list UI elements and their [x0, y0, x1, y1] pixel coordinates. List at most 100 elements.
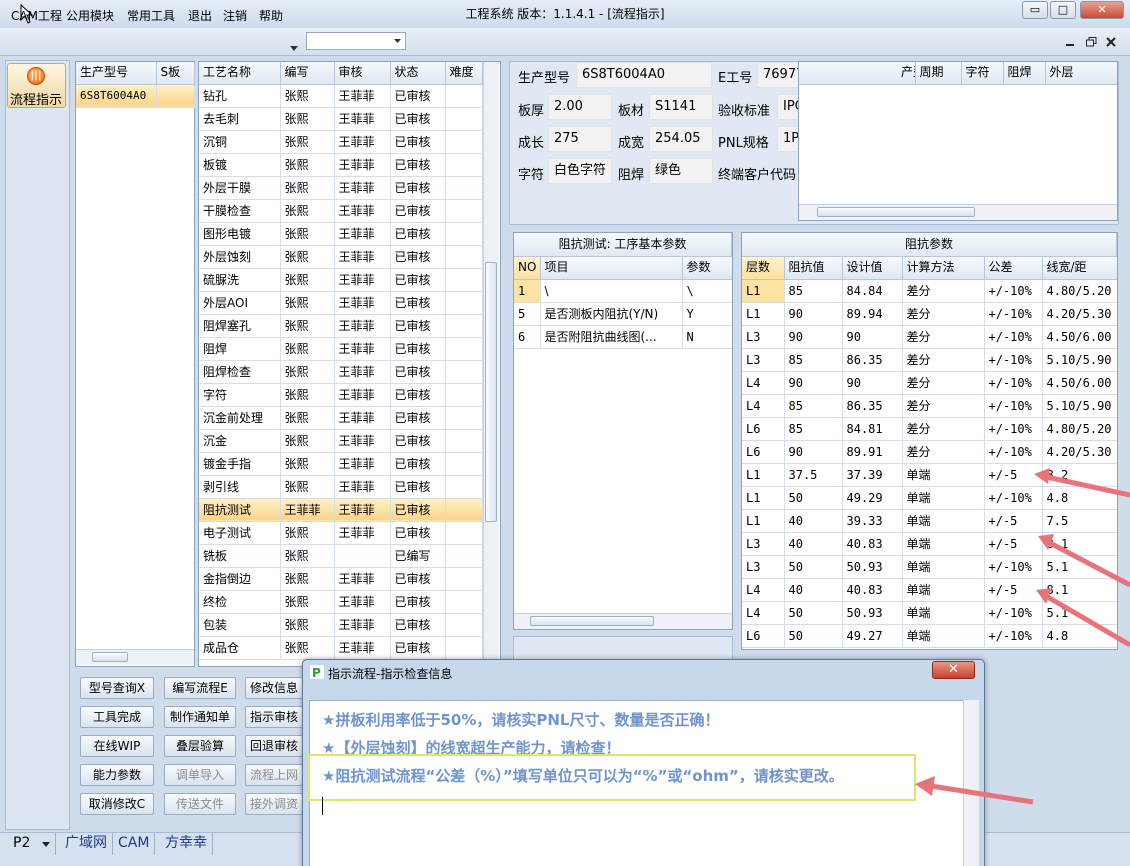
- field-thickness[interactable]: 2.00: [548, 94, 612, 120]
- field-standard[interactable]: IPC: [777, 94, 799, 120]
- action-button[interactable]: 流程上网: [245, 764, 303, 786]
- action-button[interactable]: 回退审核: [245, 735, 303, 757]
- action-button[interactable]: 编写流程E: [164, 677, 236, 699]
- col-param[interactable]: 参数: [682, 257, 732, 280]
- field-length[interactable]: 275: [548, 126, 612, 152]
- col-item[interactable]: 项目: [540, 257, 683, 280]
- col-design[interactable]: 设计值: [842, 257, 903, 280]
- impedance-row[interactable]: L3 85 86.35 差分 +/-10% 5.10/5.90: [742, 348, 1117, 372]
- process-row[interactable]: 沉金前处理 张熙 王菲菲 已审核: [199, 406, 483, 430]
- process-row[interactable]: 外层干膜 张熙 王菲菲 已审核: [199, 176, 483, 200]
- col-info-cycle[interactable]: 周期: [915, 62, 962, 85]
- menu-cam[interactable]: CAM工程: [11, 7, 62, 24]
- action-button[interactable]: 指示审核: [245, 706, 303, 728]
- process-row[interactable]: 金指倒边 张熙 王菲菲 已审核: [199, 567, 483, 591]
- field-material[interactable]: S1141: [649, 94, 713, 120]
- menu-logout[interactable]: 注销: [223, 7, 247, 24]
- process-row[interactable]: 图形电镀 张熙 王菲菲 已审核: [199, 222, 483, 246]
- action-button[interactable]: 制作通知单: [164, 706, 236, 728]
- process-row[interactable]: 阻焊检查 张熙 王菲菲 已审核: [199, 360, 483, 384]
- process-row[interactable]: 钻孔 张熙 王菲菲 已审核: [199, 84, 483, 108]
- maximize-button[interactable]: □: [1050, 1, 1076, 19]
- col-tolerance[interactable]: 公差: [984, 257, 1043, 280]
- impedance-row[interactable]: L3 90 90 差分 +/-10% 4.50/6.00: [742, 325, 1117, 349]
- col-info-mask[interactable]: 阻焊: [1003, 62, 1046, 85]
- action-button[interactable]: 在线WIP: [80, 735, 154, 757]
- mdi-close-icon[interactable]: [1106, 36, 1116, 50]
- col-model[interactable]: 生产型号: [76, 62, 157, 85]
- impedance-row[interactable]: L1 85 84.84 差分 +/-10% 4.80/5.20: [742, 279, 1117, 303]
- minimize-button[interactable]: ▭: [1022, 1, 1048, 19]
- field-width[interactable]: 254.05: [649, 126, 713, 152]
- col-layer[interactable]: 层数: [742, 257, 785, 280]
- action-button[interactable]: 修改信息: [245, 677, 303, 699]
- model-hscroll-thumb[interactable]: [92, 652, 128, 662]
- col-info-legend[interactable]: 字符: [961, 62, 1004, 85]
- action-button[interactable]: 能力参数: [80, 764, 154, 786]
- impedance-row[interactable]: L4 85 86.35 差分 +/-10% 5.10/5.90: [742, 394, 1117, 418]
- process-row[interactable]: 剥引线 张熙 王菲菲 已审核: [199, 475, 483, 499]
- process-row[interactable]: 外层AOI 张熙 王菲菲 已审核: [199, 291, 483, 315]
- col-difficulty[interactable]: 难度: [445, 62, 483, 85]
- col-process-name[interactable]: 工艺名称: [199, 62, 281, 85]
- action-button[interactable]: 叠层验算: [164, 735, 236, 757]
- process-row[interactable]: 阻焊 张熙 王菲菲 已审核: [199, 337, 483, 361]
- process-row[interactable]: 铣板 张熙 已编写: [199, 544, 483, 568]
- action-button[interactable]: 接外调资: [245, 793, 303, 815]
- process-row[interactable]: 干膜检查 张熙 王菲菲 已审核: [199, 199, 483, 223]
- process-row[interactable]: 外层蚀刻 张熙 王菲菲 已审核: [199, 245, 483, 269]
- process-row[interactable]: 板镀 张熙 王菲菲 已审核: [199, 153, 483, 177]
- menu-help[interactable]: 帮助: [259, 7, 283, 24]
- process-row[interactable]: 终检 张熙 王菲菲 已审核: [199, 590, 483, 614]
- action-button[interactable]: 型号查询X: [80, 677, 154, 699]
- col-impedance[interactable]: 阻抗值: [784, 257, 843, 280]
- basic-param-row[interactable]: 5 是否测板内阻抗(Y/N) Y: [514, 302, 732, 326]
- col-sboard[interactable]: S板: [156, 62, 195, 85]
- process-row[interactable]: 沉铜 张熙 王菲菲 已审核: [199, 130, 483, 154]
- col-info-outer[interactable]: 外层: [1045, 62, 1117, 85]
- process-row[interactable]: 包装 张熙 王菲菲 已审核: [199, 613, 483, 637]
- action-button[interactable]: 取消修改C: [80, 793, 154, 815]
- basic-param-row[interactable]: 6 是否附阻抗曲线图(... N: [514, 325, 732, 349]
- process-row[interactable]: 阻抗测试 王菲菲 王菲菲 已审核: [199, 498, 483, 522]
- col-writer[interactable]: 编写: [280, 62, 335, 85]
- dialog-close-button[interactable]: ✕: [932, 661, 975, 679]
- col-linewidth[interactable]: 线宽/距: [1042, 257, 1117, 280]
- impedance-row[interactable]: L4 90 90 差分 +/-10% 4.50/6.00: [742, 371, 1117, 395]
- action-button[interactable]: 工具完成: [80, 706, 154, 728]
- impedance-row[interactable]: L6 85 84.81 差分 +/-10% 4.80/5.20: [742, 417, 1117, 441]
- col-reviewer[interactable]: 审核: [334, 62, 391, 85]
- menu-exit[interactable]: 退出: [188, 7, 212, 24]
- col-info-model[interactable]: 产型号: [799, 62, 916, 85]
- action-button[interactable]: 传送文件: [164, 793, 236, 815]
- field-mask[interactable]: 绿色: [649, 158, 713, 184]
- process-row[interactable]: 字符 张熙 王菲菲 已审核: [199, 383, 483, 407]
- col-method[interactable]: 计算方法: [902, 257, 985, 280]
- basic-params-hscroll-thumb[interactable]: [530, 616, 654, 626]
- col-no[interactable]: NO: [514, 257, 541, 280]
- field-legend[interactable]: 白色字符: [548, 158, 612, 184]
- process-row[interactable]: 去毛刺 张熙 王菲菲 已审核: [199, 107, 483, 131]
- impedance-row[interactable]: L1 90 89.94 差分 +/-10% 4.20/5.30: [742, 302, 1117, 326]
- field-pnl[interactable]: 1P: [777, 126, 799, 152]
- col-status[interactable]: 状态: [390, 62, 446, 85]
- mdi-restore-icon[interactable]: [1086, 36, 1097, 50]
- info-hscroll-thumb[interactable]: [817, 207, 975, 217]
- process-row[interactable]: 硫脲洗 张熙 王菲菲 已审核: [199, 268, 483, 292]
- menu-tools[interactable]: 常用工具: [127, 7, 175, 24]
- process-row[interactable]: 成品仓 张熙 王菲菲 已审核: [199, 636, 483, 660]
- process-row[interactable]: 镀金手指 张熙 王菲菲 已审核: [199, 452, 483, 476]
- menu-combo[interactable]: [306, 32, 406, 50]
- status-page[interactable]: P2: [8, 833, 56, 855]
- process-row[interactable]: 电子测试 张熙 王菲菲 已审核: [199, 521, 483, 545]
- field-model[interactable]: 6S8T6004A0: [576, 62, 712, 88]
- mdi-minimize-icon[interactable]: [1065, 36, 1075, 50]
- basic-param-row[interactable]: 1 \ \: [514, 279, 732, 303]
- action-button[interactable]: 调单导入: [164, 764, 236, 786]
- menu-public[interactable]: 公用模块: [66, 7, 114, 24]
- close-button[interactable]: ✕: [1080, 1, 1124, 19]
- process-row[interactable]: 阻焊塞孔 张熙 王菲菲 已审核: [199, 314, 483, 338]
- process-row[interactable]: 沉金 张熙 王菲菲 已审核: [199, 429, 483, 453]
- process-vscroll-thumb[interactable]: [485, 262, 497, 522]
- model-row[interactable]: 6S8T6004A0: [76, 84, 195, 108]
